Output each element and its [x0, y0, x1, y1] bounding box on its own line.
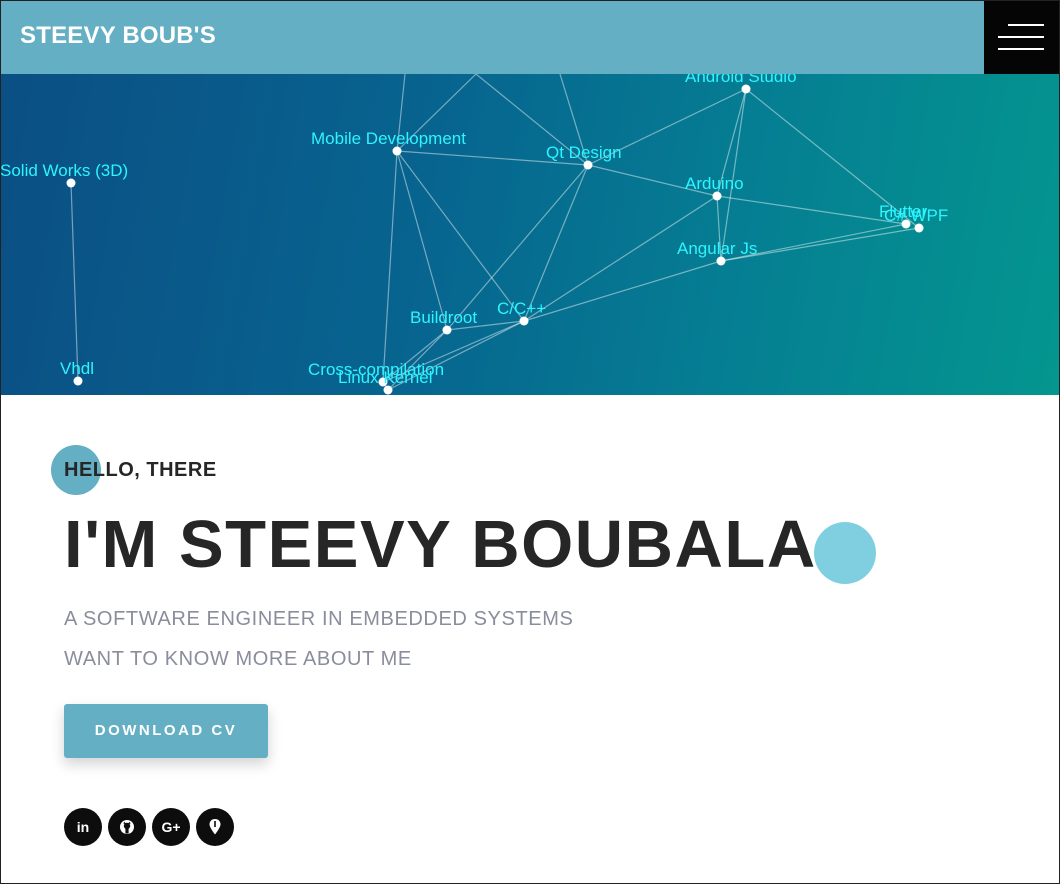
skills-network-graph: Solid Works (3D) Vhdl Mobile Development Qt…: [0, 74, 948, 395]
hamburger-menu-icon: [998, 48, 1044, 50]
network-node-label: Qt Design: [546, 143, 622, 162]
brand-logo[interactable]: STEEVY BOUB'S: [20, 22, 216, 50]
linkedin-link[interactable]: in: [64, 808, 102, 846]
network-edge: [382, 150, 398, 383]
download-cv-button[interactable]: DOWNLOAD CV: [64, 704, 268, 758]
network-edge: [70, 182, 79, 382]
google-plus-icon: G+: [161, 819, 181, 835]
skills-network-banner: Solid Works (3D) Vhdl Mobile Development Qt…: [0, 74, 1060, 395]
hero-subtitle: A SOFTWARE ENGINEER IN EMBEDDED SYSTEMS: [64, 608, 574, 630]
network-node-label: Android Studio: [685, 74, 797, 86]
network-edge: [716, 195, 907, 225]
hero-headline: I'M STEEVY BOUBALA: [64, 507, 817, 582]
social-links: in G+: [64, 808, 234, 846]
network-node-label: Vhdl: [60, 359, 94, 378]
hamburger-menu-icon: [998, 36, 1044, 38]
network-node-label: C# WPF: [884, 206, 948, 225]
network-edge: [523, 164, 589, 322]
network-edge: [396, 150, 448, 331]
network-node-label: Angular Js: [677, 239, 757, 258]
hamburger-menu-icon: [1008, 24, 1044, 26]
network-node-label: Buildroot: [410, 308, 477, 327]
network-edge: [523, 195, 718, 322]
top-navbar: STEEVY BOUB'S: [0, 0, 984, 74]
network-node-label: Linux Kernel: [338, 368, 433, 387]
network-edge: [523, 260, 722, 322]
github-link[interactable]: [108, 808, 146, 846]
network-edge: [396, 150, 525, 322]
location-link[interactable]: [196, 808, 234, 846]
google-plus-link[interactable]: G+: [152, 808, 190, 846]
map-pin-icon: [209, 819, 221, 835]
network-node-label: Solid Works (3D): [0, 161, 128, 180]
decorative-circle: [814, 522, 876, 584]
network-node-label: Arduino: [685, 174, 744, 193]
network-node-label: Mobile Development: [311, 129, 466, 148]
hero-subtitle-link[interactable]: WANT TO KNOW MORE ABOUT ME: [64, 648, 412, 671]
github-icon: [120, 820, 134, 834]
greeting-text: HELLO, THERE: [64, 459, 217, 481]
linkedin-icon: in: [76, 819, 90, 835]
hamburger-menu-button[interactable]: [984, 0, 1060, 74]
network-node-label: C/C++: [497, 299, 546, 318]
